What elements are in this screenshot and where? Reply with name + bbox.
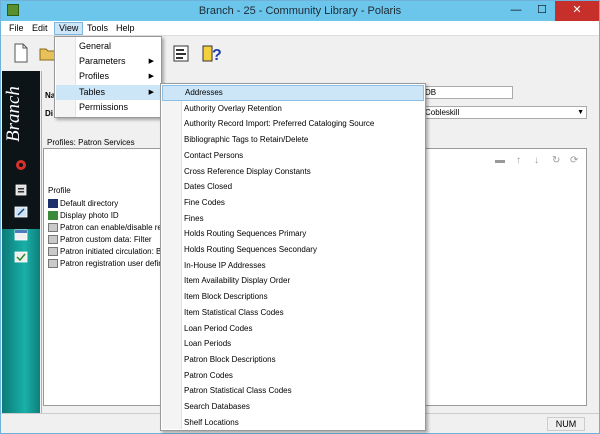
menu-bar: File Edit View Tools Help <box>1 21 599 36</box>
submenu-item-bibliographic-tags[interactable]: Bibliographic Tags to Retain/Delete <box>162 132 424 148</box>
app-window: Branch - 25 - Community Library - Polari… <box>0 0 600 434</box>
num-lock-indicator: NUM <box>547 417 585 431</box>
arrow-up-icon[interactable]: ↑ <box>516 155 521 166</box>
menu-item-permissions[interactable]: Permissions <box>56 100 160 115</box>
maximize-button[interactable]: ☐ <box>529 1 555 21</box>
submenu-item-authority-record-import[interactable]: Authority Record Import: Preferred Catal… <box>162 116 424 132</box>
list-item[interactable]: Patron can enable/disable re <box>48 223 162 233</box>
list-item[interactable]: Display photo ID <box>48 211 119 221</box>
menu-help[interactable]: Help <box>112 22 139 35</box>
title-bar[interactable]: Branch - 25 - Community Library - Polari… <box>1 1 599 21</box>
properties-icon[interactable] <box>171 42 191 64</box>
submenu-item-cross-reference-display-constants[interactable]: Cross Reference Display Constants <box>162 164 424 180</box>
submenu-item-holds-routing-primary[interactable]: Holds Routing Sequences Primary <box>162 226 424 242</box>
submenu-item-patron-block-descriptions[interactable]: Patron Block Descriptions <box>162 352 424 368</box>
table-icon <box>48 235 58 245</box>
submenu-item-patron-codes[interactable]: Patron Codes <box>162 368 424 384</box>
submenu-item-search-databases[interactable]: Search Databases <box>162 399 424 415</box>
directory-icon <box>48 199 58 209</box>
polaris-logo-icon[interactable] <box>14 159 28 171</box>
menu-item-tables[interactable]: Tables ▶ <box>56 85 160 100</box>
submenu-item-in-house-ip-addresses[interactable]: In-House IP Addresses <box>162 258 424 274</box>
submenu-arrow-icon: ▶ <box>148 89 154 96</box>
minimize-button[interactable]: — <box>503 1 529 21</box>
table-icon <box>48 247 58 257</box>
arrow-down-icon[interactable]: ↓ <box>534 155 539 166</box>
submenu-item-holds-routing-secondary[interactable]: Holds Routing Sequences Secondary <box>162 242 424 258</box>
submenu-item-loan-period-codes[interactable]: Loan Period Codes <box>162 321 424 337</box>
menu-item-parameters[interactable]: Parameters ▶ <box>56 54 160 69</box>
tree-icon[interactable] <box>14 184 28 196</box>
submenu-item-contact-persons[interactable]: Contact Persons <box>162 148 424 164</box>
chevron-down-icon: ▼ <box>577 109 584 116</box>
folder-up-icon[interactable]: ▬ <box>495 155 505 166</box>
new-document-icon[interactable] <box>11 42 31 64</box>
svg-text:?: ? <box>212 47 221 64</box>
patron-icon <box>48 223 58 233</box>
list-item[interactable]: Default directory <box>48 199 118 209</box>
submenu-item-fines[interactable]: Fines <box>162 211 424 227</box>
library-combo[interactable]: Cobleskill ▼ <box>421 106 587 119</box>
submenu-arrow-icon: ▶ <box>148 73 154 80</box>
field-label-display: Di <box>45 109 53 118</box>
submenu-arrow-icon: ▶ <box>148 58 154 65</box>
submenu-item-loan-periods[interactable]: Loan Periods <box>162 336 424 352</box>
submenu-item-item-availability-display-order[interactable]: Item Availability Display Order <box>162 273 424 289</box>
edit-record-icon[interactable] <box>14 206 28 218</box>
name-field[interactable]: DB <box>421 86 513 99</box>
submenu-item-item-block-descriptions[interactable]: Item Block Descriptions <box>162 289 424 305</box>
submenu-item-item-statistical-class-codes[interactable]: Item Statistical Class Codes <box>162 305 424 321</box>
menu-tools[interactable]: Tools <box>83 22 112 35</box>
submenu-item-addresses[interactable]: Addresses <box>162 85 424 101</box>
submenu-item-patron-statistical-class-codes[interactable]: Patron Statistical Class Codes <box>162 383 424 399</box>
list-item[interactable]: Patron initiated circulation: Bl <box>48 247 163 257</box>
photo-id-icon <box>48 211 58 221</box>
tables-submenu: Addresses Authority Overlay Retention Au… <box>160 83 426 431</box>
refresh-icon[interactable]: ↻ <box>552 155 560 166</box>
library-combo-value: Cobleskill <box>425 108 460 117</box>
submenu-item-authority-overlay-retention[interactable]: Authority Overlay Retention <box>162 101 424 117</box>
checklist-icon[interactable] <box>14 251 28 263</box>
menu-item-profiles[interactable]: Profiles ▶ <box>56 69 160 84</box>
submenu-item-dates-closed[interactable]: Dates Closed <box>162 179 424 195</box>
list-item[interactable]: Patron custom data: Filter <box>48 235 152 245</box>
menu-item-general[interactable]: General <box>56 39 160 54</box>
submenu-item-fine-codes[interactable]: Fine Codes <box>162 195 424 211</box>
table-icon <box>48 259 58 269</box>
view-menu-dropdown: General Parameters ▶ Profiles ▶ Tables ▶ Pe… <box>54 36 162 118</box>
help-icon[interactable]: ? <box>201 42 221 64</box>
panel-header: Profiles: Patron Services <box>47 138 135 147</box>
sidebar-title: Branch <box>3 86 24 142</box>
calendar-icon[interactable] <box>14 229 28 241</box>
list-item[interactable]: Patron registration user define <box>48 259 167 269</box>
reload-icon[interactable]: ⟳ <box>570 155 578 166</box>
submenu-item-shelf-locations[interactable]: Shelf Locations <box>162 415 424 431</box>
menu-file[interactable]: File <box>5 22 28 35</box>
menu-view[interactable]: View <box>54 22 84 35</box>
close-button[interactable]: ✕ <box>555 1 599 21</box>
menu-edit[interactable]: Edit <box>28 22 52 35</box>
column-header-profile[interactable]: Profile <box>48 186 71 195</box>
